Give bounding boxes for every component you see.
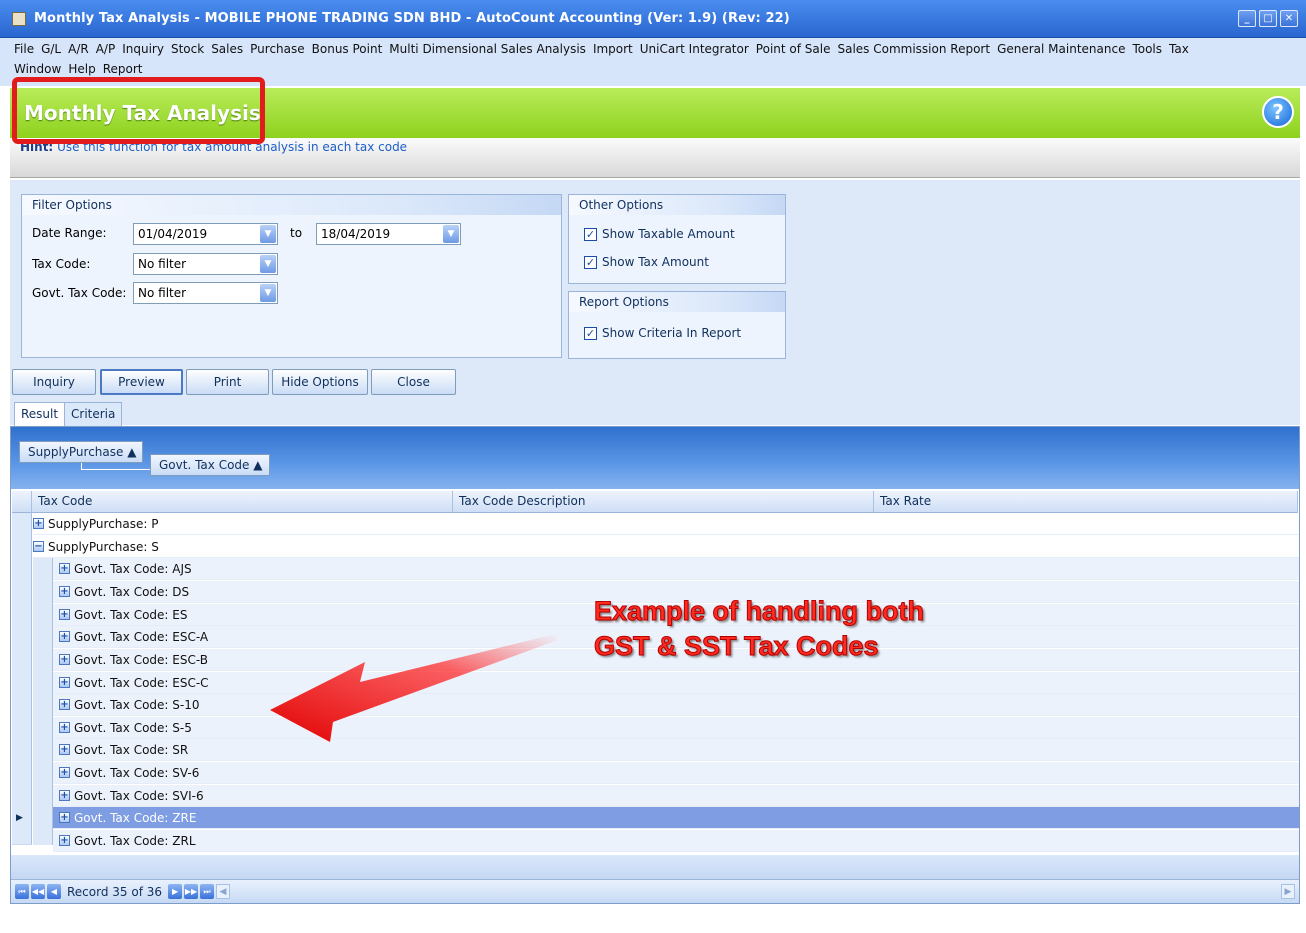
annotation-text: Example of handling both GST & SST Tax C… — [594, 596, 925, 662]
annotation-arrow-icon — [270, 634, 558, 742]
